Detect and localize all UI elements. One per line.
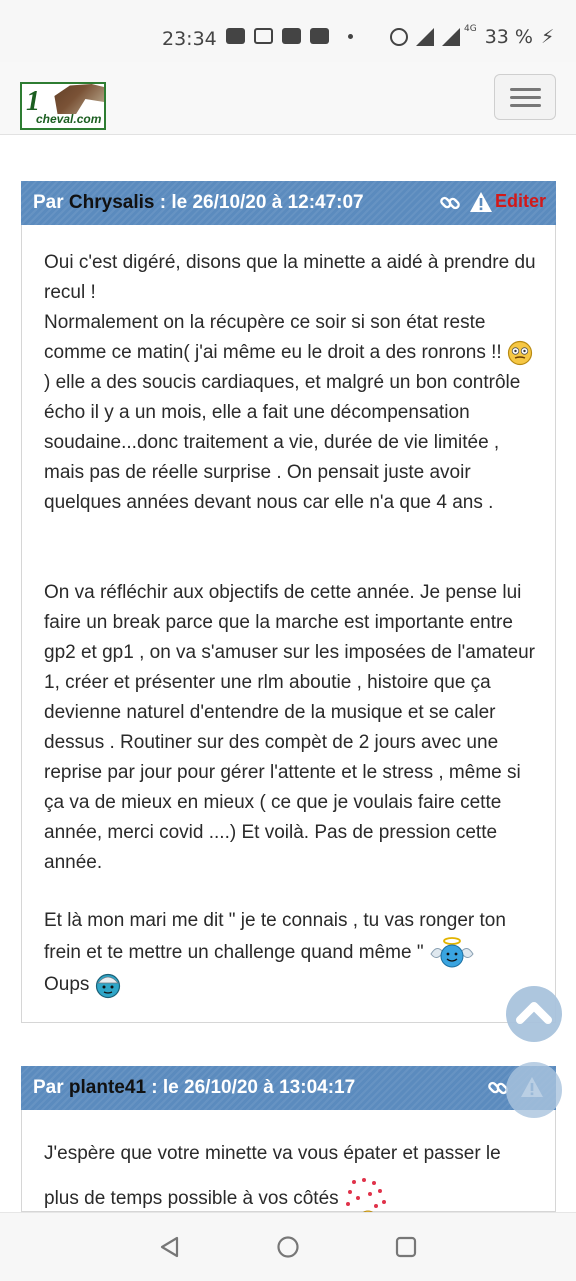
more-notifications-icon bbox=[348, 33, 353, 39]
signal-4g-icon bbox=[442, 28, 460, 46]
youtube-icon bbox=[282, 28, 301, 44]
post-header: Par Chrysalis : le 26/10/20 à 12:47:07 E… bbox=[21, 181, 556, 225]
battery-charging-icon: ⚡ bbox=[540, 26, 555, 48]
hamburger-icon[interactable] bbox=[494, 74, 556, 120]
image-icon bbox=[254, 28, 273, 44]
recents-icon[interactable] bbox=[394, 1235, 418, 1259]
alarm-icon bbox=[390, 28, 408, 46]
confused-smiley-icon bbox=[507, 340, 533, 366]
message-icon bbox=[226, 28, 245, 44]
post-body: J'espère que votre minette va vous épate… bbox=[21, 1110, 556, 1222]
post-prefix: Par bbox=[33, 192, 64, 213]
status-time: 23:34 bbox=[162, 28, 217, 50]
site-logo[interactable]: 1 cheval.com bbox=[20, 82, 106, 130]
navigation-bar bbox=[0, 1212, 576, 1281]
post-body: Oui c'est digéré, disons que la minette … bbox=[21, 225, 556, 1023]
edit-link[interactable]: Editer bbox=[495, 191, 546, 212]
network-type: 4G bbox=[464, 24, 477, 34]
angel-smiley-icon bbox=[430, 937, 474, 968]
chevron-up-icon bbox=[516, 1002, 552, 1024]
home-icon[interactable] bbox=[276, 1235, 300, 1259]
post-author[interactable]: Chrysalis bbox=[69, 192, 155, 213]
report-icon[interactable] bbox=[469, 191, 493, 213]
site-header: 1 cheval.com bbox=[0, 62, 576, 135]
scroll-to-top-button[interactable] bbox=[506, 986, 562, 1042]
post-paragraph: Et là mon mari me dit " je te connais , … bbox=[44, 906, 539, 1000]
blushing-smiley-icon bbox=[95, 973, 120, 999]
scroll-up-button[interactable] bbox=[506, 1062, 562, 1118]
post-date: : le 26/10/20 à 12:47:07 bbox=[159, 192, 364, 213]
battery-level: 33 % bbox=[484, 26, 533, 48]
post-prefix: Par bbox=[33, 1077, 64, 1098]
post-paragraph: J'espère que votre minette va vous épate… bbox=[44, 1132, 539, 1222]
status-bar: 23:34 4G 33 % ⚡ bbox=[0, 0, 576, 62]
signal-icon bbox=[416, 28, 434, 46]
permalink-icon[interactable] bbox=[439, 192, 461, 214]
youtube-icon bbox=[310, 28, 329, 44]
back-icon[interactable] bbox=[158, 1235, 182, 1259]
post-date: : le 26/10/20 à 13:04:17 bbox=[151, 1077, 356, 1098]
post-paragraph: On va réfléchir aux objectifs de cette a… bbox=[44, 582, 535, 873]
post-author[interactable]: plante41 bbox=[69, 1077, 146, 1098]
horse-head-icon bbox=[54, 84, 104, 114]
post-paragraph: Oui c'est digéré, disons que la minette … bbox=[44, 252, 536, 513]
post-header: Par plante41 : le 26/10/20 à 13:04:17 bbox=[21, 1066, 556, 1110]
